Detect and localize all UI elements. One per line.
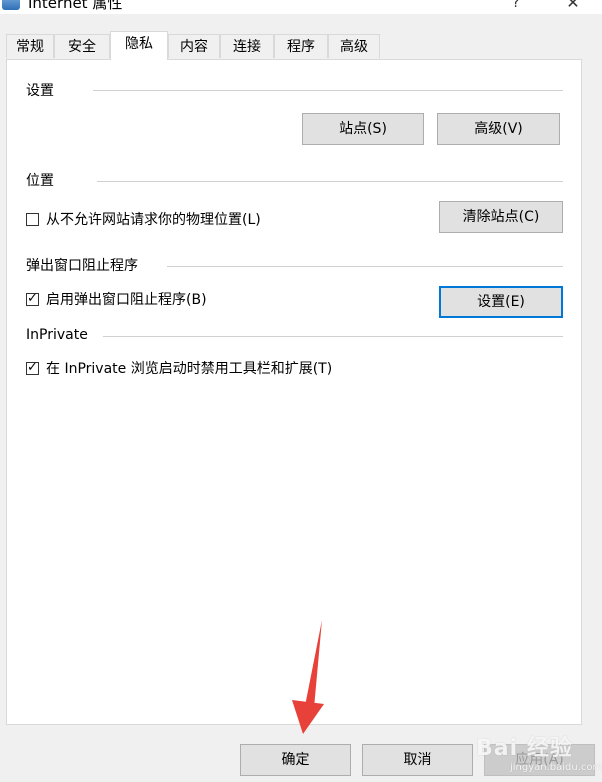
popup-section-label: 弹出窗口阻止程序 bbox=[26, 258, 138, 274]
inprivate-checkbox-row[interactable]: ✓ 在 InPrivate 浏览启动时禁用工具栏和扩展(T) bbox=[26, 360, 386, 378]
inprivate-section-label: InPrivate bbox=[26, 327, 88, 343]
cancel-button[interactable]: 取消 bbox=[362, 744, 473, 776]
inprivate-checkbox[interactable]: ✓ bbox=[26, 360, 39, 375]
tab-advanced[interactable]: 高级 bbox=[328, 34, 380, 58]
tab-security[interactable]: 安全 bbox=[54, 34, 110, 58]
advanced-button[interactable]: 高级(V) bbox=[437, 113, 560, 145]
internet-options-icon bbox=[2, 0, 20, 10]
location-checkbox-row[interactable]: 从不允许网站请求你的物理位置(L) bbox=[26, 212, 326, 229]
inprivate-divider bbox=[103, 336, 563, 337]
ok-button[interactable]: 确定 bbox=[240, 744, 351, 776]
tab-connections[interactable]: 连接 bbox=[220, 34, 274, 58]
sites-button[interactable]: 站点(S) bbox=[302, 113, 424, 145]
inprivate-checkbox-label: 在 InPrivate 浏览启动时禁用工具栏和扩展(T) bbox=[46, 361, 333, 377]
location-section-label: 位置 bbox=[26, 173, 54, 189]
tab-content[interactable]: 内容 bbox=[168, 34, 220, 58]
location-divider bbox=[97, 181, 563, 182]
popup-settings-button[interactable]: 设置(E) bbox=[439, 286, 563, 318]
popup-checkbox-label: 启用弹出窗口阻止程序(B) bbox=[46, 292, 207, 308]
help-button[interactable]: ? bbox=[508, 0, 524, 12]
popup-checkbox[interactable]: ✓ bbox=[26, 291, 39, 306]
location-checkbox-label: 从不允许网站请求你的物理位置(L) bbox=[46, 212, 261, 228]
settings-section-label: 设置 bbox=[26, 83, 54, 99]
tab-general[interactable]: 常规 bbox=[6, 34, 54, 58]
dialog-footer: 确定 取消 应用(A) bbox=[0, 725, 602, 782]
tab-privacy[interactable]: 隐私 bbox=[110, 31, 168, 60]
privacy-panel: 设置 站点(S) 高级(V) 位置 从不允许网站请求你的物理位置(L) 清除站点… bbox=[6, 59, 582, 725]
window-title: Internet 属性 bbox=[28, 0, 123, 12]
checkmark-icon: ✓ bbox=[27, 360, 38, 375]
tab-programs[interactable]: 程序 bbox=[274, 34, 328, 58]
apply-button[interactable]: 应用(A) bbox=[484, 744, 595, 776]
title-bar: Internet 属性 ? ✕ bbox=[0, 0, 602, 14]
popup-checkbox-row[interactable]: ✓ 启用弹出窗口阻止程序(B) bbox=[26, 291, 286, 309]
close-button[interactable]: ✕ bbox=[564, 0, 582, 12]
settings-divider bbox=[93, 90, 563, 91]
checkmark-icon: ✓ bbox=[27, 291, 38, 306]
clear-sites-button[interactable]: 清除站点(C) bbox=[439, 201, 563, 233]
popup-divider bbox=[167, 266, 563, 267]
location-checkbox[interactable] bbox=[26, 213, 39, 226]
